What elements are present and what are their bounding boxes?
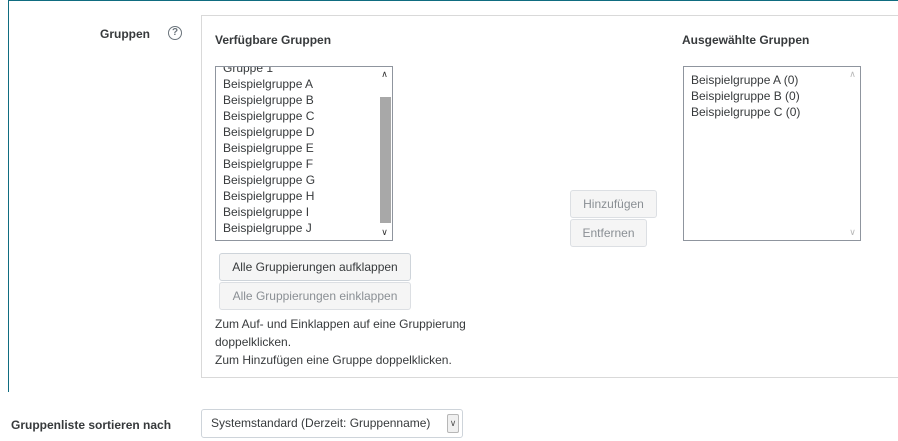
- scroll-up-icon[interactable]: ∧: [377, 69, 392, 80]
- scrollbar-thumb[interactable]: [380, 97, 391, 223]
- help-line: doppelklicken.: [215, 335, 292, 349]
- selected-groups-list[interactable]: Beispielgruppe A (0) Beispielgruppe B (0…: [683, 66, 861, 241]
- available-groups-header: Verfügbare Gruppen: [215, 33, 332, 47]
- question-circle-icon[interactable]: ?: [168, 26, 182, 40]
- list-item[interactable]: Beispielgruppe G: [223, 172, 315, 188]
- scroll-up-icon[interactable]: ∧: [845, 69, 860, 80]
- list-item[interactable]: Gruppe 1: [223, 67, 315, 76]
- list-item[interactable]: Beispielgruppe B (0): [691, 88, 800, 104]
- list-item[interactable]: Beispielgruppe I: [223, 204, 315, 220]
- available-groups-list[interactable]: Gruppe 1 Beispielgruppe A Beispielgruppe…: [215, 66, 393, 241]
- list-item[interactable]: Beispielgruppe C (0): [691, 104, 800, 120]
- list-item[interactable]: Beispielgruppe J: [223, 220, 315, 236]
- scroll-down-icon[interactable]: ∨: [845, 227, 860, 238]
- section-indicator: [8, 0, 9, 392]
- available-list-scrollbar[interactable]: ∧ ∨: [377, 67, 392, 240]
- list-item[interactable]: Beispielgruppe F: [223, 156, 315, 172]
- groups-label: Gruppen: [100, 27, 150, 41]
- remove-button[interactable]: Entfernen: [570, 219, 647, 247]
- expand-groupings-button[interactable]: Alle Gruppierungen aufklappen: [219, 253, 411, 281]
- help-line: Zum Auf- und Einklappen auf eine Gruppie…: [215, 317, 466, 331]
- list-item[interactable]: Beispielgruppe A (0): [691, 72, 800, 88]
- list-item[interactable]: Beispielgruppe A: [223, 76, 315, 92]
- sort-label: Gruppenliste sortieren nach: [11, 418, 172, 432]
- selected-list-scrollbar[interactable]: ∧ ∨: [845, 67, 860, 240]
- add-button[interactable]: Hinzufügen: [570, 190, 657, 218]
- sort-select[interactable]: Systemstandard (Derzeit: Gruppenname) ∨: [201, 409, 463, 438]
- selected-groups-header: Ausgewählte Gruppen: [682, 33, 810, 47]
- collapse-groupings-button[interactable]: Alle Gruppierungen einklappen: [219, 282, 411, 310]
- list-item[interactable]: Beispielgruppe D: [223, 124, 315, 140]
- chevron-down-icon[interactable]: ∨: [447, 414, 459, 433]
- top-border: [8, 0, 898, 1]
- help-line: Zum Hinzufügen eine Gruppe doppelklicken…: [215, 353, 452, 367]
- list-item[interactable]: Beispielgruppe B: [223, 92, 315, 108]
- help-text: Zum Auf- und Einklappen auf eine Gruppie…: [215, 315, 466, 369]
- list-item[interactable]: Beispielgruppe E: [223, 140, 315, 156]
- list-item[interactable]: Beispielgruppe H: [223, 188, 315, 204]
- list-item[interactable]: Beispielgruppe C: [223, 108, 315, 124]
- sort-select-value: Systemstandard (Derzeit: Gruppenname): [211, 416, 431, 430]
- scroll-down-icon[interactable]: ∨: [377, 227, 392, 238]
